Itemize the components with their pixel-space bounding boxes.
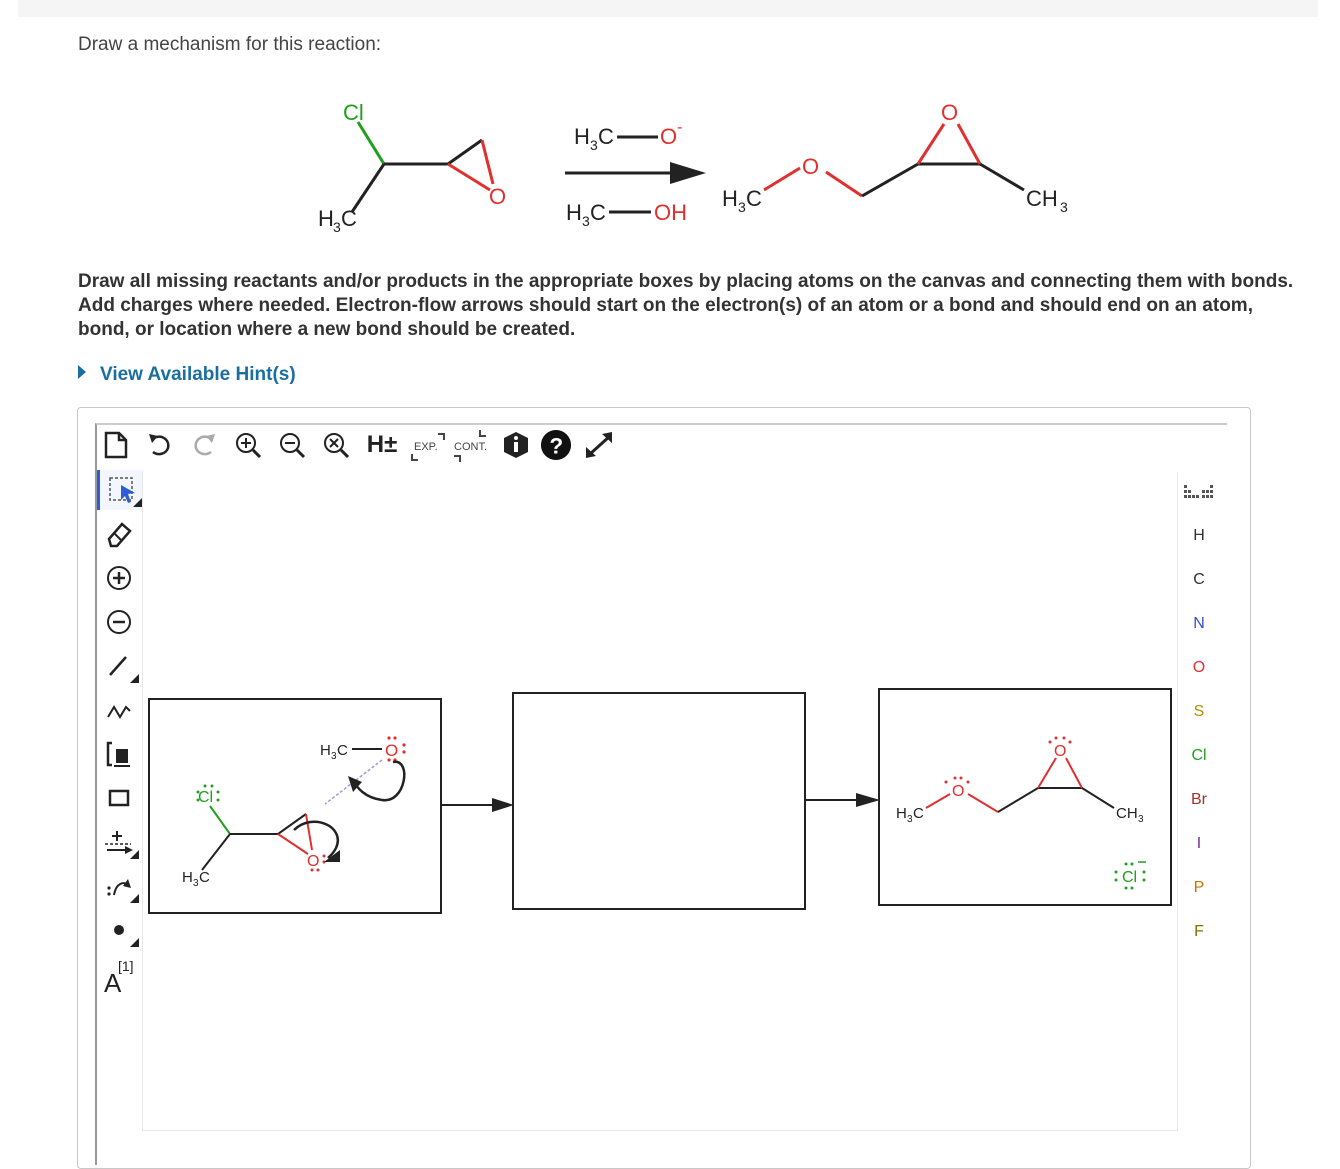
element-o[interactable]: O [1176, 648, 1222, 688]
box3-ch3: CH [1116, 805, 1138, 822]
reagent-bottom-oh: OH [654, 200, 687, 225]
arrow-tool-more-icon [130, 850, 139, 859]
box1-cl: Cl [198, 789, 213, 806]
info-icon[interactable] [500, 428, 532, 462]
fullscreen-icon[interactable] [584, 428, 616, 462]
reactant-h3c-h: H [318, 206, 334, 231]
element-n[interactable]: N [1176, 604, 1222, 644]
element-h[interactable]: H [1176, 516, 1222, 556]
top-strip [18, 0, 1318, 17]
bond-tool-more-icon [130, 674, 139, 683]
reaction-arrow-2[interactable] [804, 785, 884, 815]
reactant-o-label: O [489, 184, 506, 209]
electron-flow-arrow-tool[interactable] [97, 866, 141, 906]
product-h3c-h: H [722, 186, 738, 211]
select-tool[interactable] [97, 470, 144, 510]
reagent-top-charge: - [677, 119, 682, 136]
atom-map-label: [1] [118, 958, 134, 974]
reactant-cl-label: Cl [343, 100, 364, 125]
reactant-h3c-c: C [341, 206, 357, 231]
instructions: Draw all missing reactants and/or produc… [78, 271, 1294, 340]
box1-h3c-h: H [320, 742, 331, 759]
box1-h3c-c: C [337, 742, 348, 759]
product-ch3-sub: 3 [1060, 199, 1068, 215]
rectangle-tool[interactable] [97, 778, 141, 818]
box3-chloride: Cl [1122, 869, 1137, 886]
element-c[interactable]: C [1176, 560, 1222, 600]
periodic-table-icon[interactable] [1176, 472, 1222, 512]
box3-epoxide-o: O [1054, 743, 1066, 760]
reagent-top-sub: 3 [590, 137, 598, 153]
box3-h3c-c: C [913, 805, 924, 822]
electron-flow-more-icon [130, 894, 139, 903]
zoom-in-icon[interactable] [232, 428, 264, 462]
box3-structure: H 3 C O O CH 3 Cl [896, 736, 1146, 890]
reagent-bottom-h: H [566, 200, 582, 225]
product-o1: O [802, 154, 819, 179]
single-bond-tool[interactable] [97, 646, 141, 686]
negative-charge-tool[interactable] [97, 602, 141, 642]
reaction-plus-arrow-tool[interactable] [97, 822, 141, 862]
zoom-out-icon[interactable] [276, 428, 308, 462]
product-h3c-c: C [746, 186, 762, 211]
element-p[interactable]: P [1176, 868, 1222, 908]
select-tool-more-icon [133, 498, 142, 507]
reagent-top-o: O [660, 124, 677, 149]
expand-triangle-icon [78, 365, 86, 379]
reactant-structure [350, 121, 495, 213]
product-h3c-sub: 3 [738, 199, 746, 215]
box3-ether-o: O [952, 783, 964, 800]
question-prompt: Draw a mechanism for this reaction: [78, 34, 382, 55]
element-cl[interactable]: Cl [1176, 736, 1222, 776]
undo-icon[interactable] [144, 428, 176, 462]
element-i[interactable]: I [1176, 824, 1222, 864]
element-s[interactable]: S [1176, 692, 1222, 732]
reaction-arrow-1[interactable] [440, 790, 520, 820]
reagent-bottom-c: C [590, 200, 606, 225]
box3-h3c-h: H [896, 805, 907, 822]
exp-label: EXP. [414, 441, 438, 453]
view-hints-link[interactable]: View Available Hint(s) [78, 364, 296, 386]
contract-button[interactable]: CONT. [452, 428, 492, 462]
box3-ch3-sub: 3 [1138, 814, 1144, 825]
box1-methoxide-o: O [385, 741, 398, 760]
element-f[interactable]: F [1176, 912, 1222, 952]
chain-tool[interactable] [97, 690, 141, 730]
reaction-scheme: Cl O H 3 C H 3 C O - H 3 C OH H 3 C O O … [318, 100, 1068, 235]
zoom-reset-icon[interactable] [320, 428, 352, 462]
lone-pair-tool[interactable] [97, 910, 141, 950]
reagent-top-c: C [598, 124, 614, 149]
new-document-icon[interactable] [100, 428, 132, 462]
element-br[interactable]: Br [1176, 780, 1222, 820]
eraser-tool[interactable] [97, 514, 141, 554]
mechanism-box-intermediate[interactable] [512, 692, 806, 910]
redo-icon[interactable] [188, 428, 220, 462]
box1-ch3-h: H [182, 869, 193, 886]
template-tool[interactable] [97, 734, 141, 774]
product-o2: O [941, 100, 958, 125]
atom-label-tool[interactable]: A [1] [97, 954, 141, 998]
expand-button[interactable]: EXP. [408, 428, 448, 462]
svg-text:?: ? [549, 433, 563, 458]
reagent-bottom-sub: 3 [582, 213, 590, 229]
box1-epoxide-o: O [307, 853, 319, 870]
positive-charge-tool[interactable] [97, 558, 141, 598]
cont-label: CONT. [454, 441, 487, 453]
box1-ch3-c: C [199, 869, 210, 886]
box1-structure: H 3 C O Cl O H 3 C [182, 736, 406, 889]
help-icon[interactable]: ? [540, 428, 572, 462]
mechanism-box-reactants[interactable]: H 3 C O Cl O H 3 C [148, 698, 442, 914]
lone-pair-more-icon [130, 938, 139, 947]
reactant-h3c-sub: 3 [333, 219, 341, 235]
mechanism-box-products[interactable]: H 3 C O O CH 3 Cl [878, 688, 1172, 906]
view-hints-label: View Available Hint(s) [100, 364, 296, 385]
product-ch3: CH [1026, 186, 1058, 211]
reagent-top-h: H [574, 124, 590, 149]
h-toggle-button[interactable]: H± [364, 428, 400, 462]
